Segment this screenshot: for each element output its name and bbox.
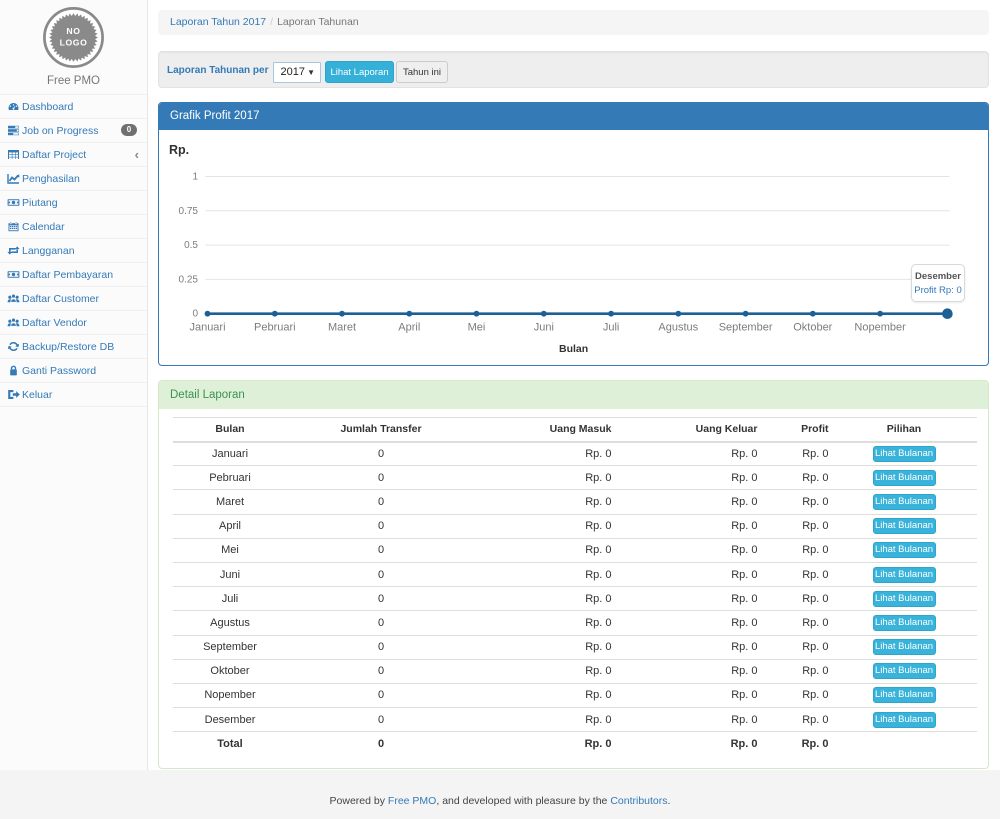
svg-text:Agustus: Agustus [658, 321, 698, 333]
svg-text:September: September [719, 321, 773, 333]
svg-text:NO: NO [66, 26, 80, 36]
svg-text:LOGO: LOGO [59, 38, 87, 48]
svg-text:Juli: Juli [603, 321, 620, 333]
svg-text:0: 0 [192, 308, 198, 319]
svg-text:Oktober: Oktober [793, 321, 832, 333]
svg-text:0.5: 0.5 [184, 240, 198, 251]
svg-text:0.25: 0.25 [179, 274, 199, 285]
svg-text:0.75: 0.75 [179, 205, 199, 216]
svg-text:Nopember: Nopember [854, 321, 906, 333]
svg-text:1: 1 [192, 171, 198, 182]
svg-text:Januari: Januari [189, 321, 225, 333]
svg-text:Mei: Mei [468, 321, 486, 333]
svg-text:Pebruari: Pebruari [254, 321, 296, 333]
svg-text:Bulan: Bulan [559, 343, 588, 355]
svg-text:Maret: Maret [328, 321, 356, 333]
svg-text:Juni: Juni [534, 321, 554, 333]
svg-text:April: April [398, 321, 420, 333]
